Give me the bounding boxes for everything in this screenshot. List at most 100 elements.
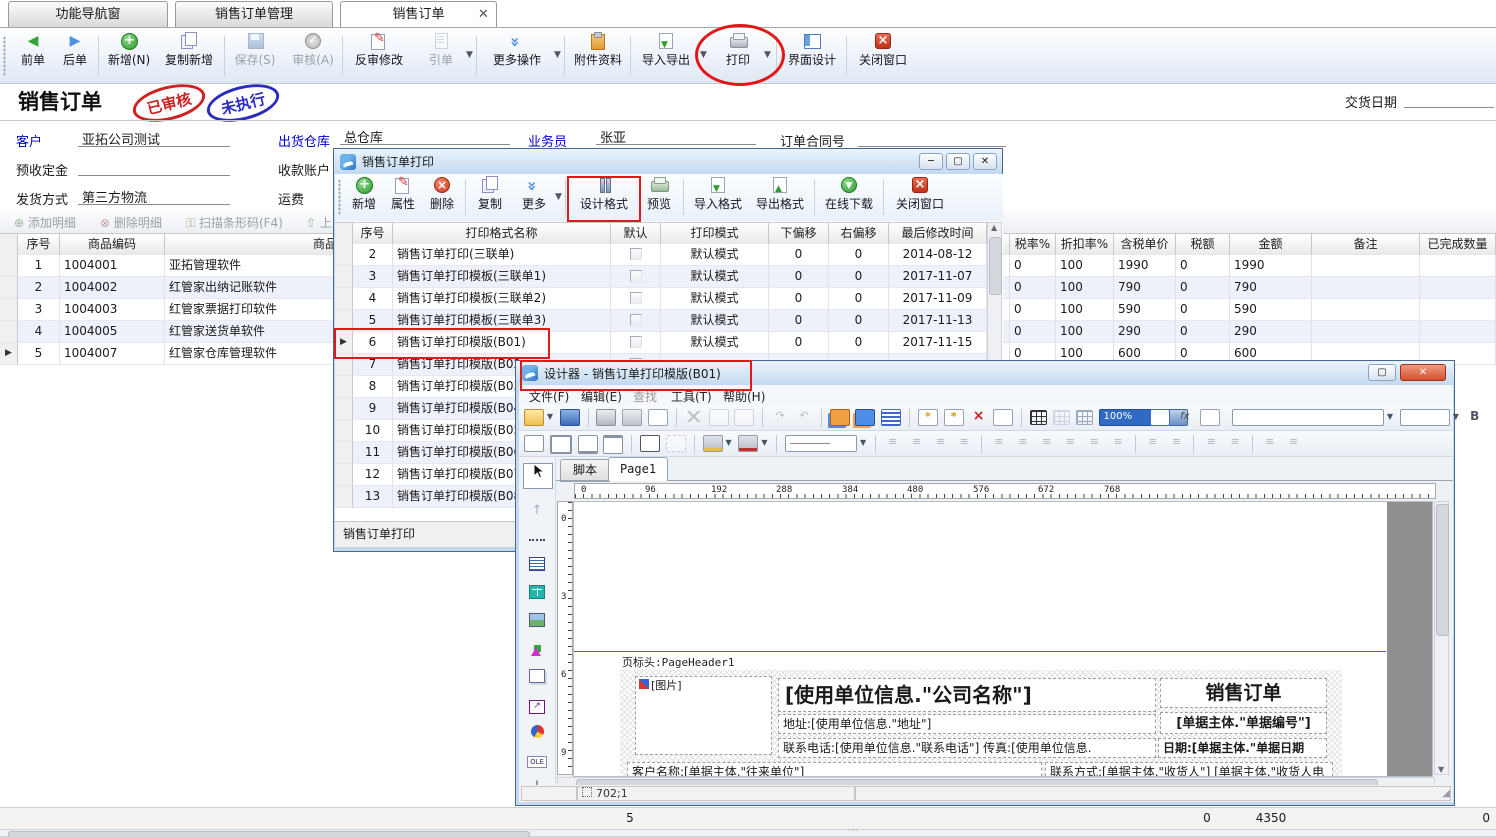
align-top-icon[interactable] bbox=[1061, 435, 1079, 450]
col-header[interactable]: 税率% bbox=[1010, 234, 1056, 256]
print-icon[interactable] bbox=[596, 409, 616, 426]
formula-icon[interactable] bbox=[1176, 409, 1194, 424]
line-color-icon[interactable] bbox=[738, 435, 758, 452]
next-order-button[interactable]: 后单 bbox=[54, 32, 96, 80]
show-grid-icon[interactable] bbox=[1030, 410, 1047, 425]
center-h-icon[interactable] bbox=[1202, 435, 1220, 450]
table-row[interactable]: 5销售订单打印模板(三联单3)默认模式002017-11-13 bbox=[335, 310, 987, 332]
menu-edit[interactable]: 编辑(E) bbox=[581, 388, 622, 405]
chevron-down-icon[interactable]: ▼ bbox=[700, 50, 707, 60]
default-checkbox[interactable] bbox=[630, 336, 642, 348]
field-list-icon[interactable] bbox=[881, 409, 901, 426]
bring-to-front-icon[interactable] bbox=[830, 409, 850, 426]
border-top-icon[interactable] bbox=[603, 435, 623, 454]
label-tool[interactable] bbox=[523, 557, 551, 581]
shape-tool[interactable] bbox=[523, 641, 551, 665]
redo-icon[interactable] bbox=[771, 409, 789, 424]
chevron-down-icon[interactable]: ▼ bbox=[546, 409, 554, 424]
customer-label[interactable]: 客户 bbox=[16, 131, 42, 150]
report-address-field[interactable]: 地址:[使用单位信息."地址"] bbox=[778, 714, 1156, 734]
bold-button[interactable] bbox=[1466, 409, 1484, 424]
close-button[interactable]: ✕ bbox=[1400, 364, 1446, 381]
contract-field[interactable] bbox=[858, 146, 1006, 147]
table-row[interactable]: 4销售订单打印模板(三联单2)默认模式002017-11-09 bbox=[335, 288, 987, 310]
designer-titlebar[interactable]: 设计器 - 销售订单打印模版(B01) bbox=[516, 361, 1454, 385]
font-family-select[interactable] bbox=[1232, 409, 1384, 426]
default-checkbox[interactable] bbox=[630, 270, 642, 282]
delete-page-icon[interactable] bbox=[970, 409, 988, 424]
align-center-icon[interactable] bbox=[1014, 435, 1032, 450]
col-header[interactable]: 金额 bbox=[1230, 234, 1312, 256]
tab-script[interactable]: 脚本 bbox=[560, 459, 610, 482]
select-tool[interactable] bbox=[523, 463, 553, 489]
fill-color-icon[interactable] bbox=[703, 435, 723, 452]
tab-page1[interactable]: Page1 bbox=[608, 457, 668, 481]
table-row[interactable]: 2销售订单打印(三联单)默认模式002014-08-12 bbox=[335, 244, 987, 266]
undo-icon[interactable] bbox=[795, 409, 813, 424]
copy-new-button[interactable]: 复制新增 bbox=[158, 32, 220, 80]
same-height-icon[interactable] bbox=[908, 435, 926, 450]
default-checkbox[interactable] bbox=[630, 314, 642, 326]
save-button[interactable]: 保存(S) bbox=[228, 32, 282, 80]
maximize-button[interactable]: ▢ bbox=[946, 153, 970, 170]
scrollbar-thumb[interactable] bbox=[1436, 504, 1449, 636]
arrange-2-icon[interactable] bbox=[1285, 435, 1303, 450]
print-preview-icon[interactable] bbox=[622, 409, 642, 426]
design-canvas[interactable]: 页标头:PageHeader1 [图片] [使用单位信息."公司名称"] 销售订… bbox=[573, 501, 1433, 777]
tab-sales-order[interactable]: 销售订单 bbox=[340, 1, 497, 27]
import-format-button[interactable]: 导入格式 bbox=[690, 176, 746, 224]
col-header[interactable]: 序号 bbox=[18, 234, 60, 256]
blank-page-icon[interactable] bbox=[993, 409, 1013, 426]
chevron-down-icon[interactable]: ▼ bbox=[764, 50, 771, 60]
delete-format-button[interactable]: 删除 bbox=[423, 176, 461, 224]
chevron-down-icon[interactable]: ▼ bbox=[554, 50, 561, 60]
align-middle-icon[interactable] bbox=[1085, 435, 1103, 450]
zoom-select[interactable]: 100% bbox=[1099, 409, 1153, 426]
chevron-down-icon[interactable]: ▼ bbox=[725, 435, 733, 450]
chevron-down-icon[interactable]: ▼ bbox=[1452, 409, 1460, 424]
new-page-icon[interactable] bbox=[944, 409, 964, 426]
col-header[interactable]: 备注 bbox=[1312, 234, 1420, 256]
move-up-button[interactable]: ⇧ 上 bbox=[306, 214, 332, 231]
menu-find[interactable]: 查找 bbox=[633, 388, 657, 405]
center-v-icon[interactable] bbox=[1226, 435, 1244, 450]
report-image-placeholder[interactable]: [图片] bbox=[635, 676, 772, 755]
properties-button[interactable]: 属性 bbox=[385, 176, 421, 224]
report-docno-field[interactable]: [单据主体."单据编号"] bbox=[1160, 712, 1327, 734]
same-size-icon[interactable] bbox=[931, 435, 949, 450]
col-header[interactable]: 商品编码 bbox=[60, 234, 165, 256]
snap-grid-icon[interactable] bbox=[1053, 410, 1070, 425]
preview-button[interactable]: 预览 bbox=[641, 176, 677, 224]
dialog-titlebar[interactable]: 销售订单打印 bbox=[334, 149, 1002, 174]
chevron-down-icon[interactable]: ▼ bbox=[466, 50, 473, 60]
close-tab-icon[interactable]: ✕ bbox=[478, 8, 489, 21]
report-phone-field[interactable]: 联系电话:[使用单位信息."联系电话"] 传真:[使用单位信息. bbox=[778, 738, 1156, 758]
scan-barcode-button[interactable]: ⚿ 扫描条形码(F4) bbox=[186, 214, 283, 231]
chart-tool[interactable] bbox=[523, 725, 551, 749]
scroll-up-icon[interactable]: ▲ bbox=[991, 223, 997, 232]
report-contact-field[interactable]: 联系方式:[单据主体."收货人"] [单据主体."收货人电 bbox=[1045, 762, 1333, 777]
insert-table-icon[interactable] bbox=[1076, 410, 1093, 425]
line-style-select[interactable] bbox=[785, 435, 857, 452]
close-window-button[interactable]: 关闭窗口 bbox=[891, 176, 949, 224]
report-date-field[interactable]: 日期:[单据主体."单据日期 bbox=[1158, 738, 1327, 758]
chevron-down-icon[interactable]: ▼ bbox=[760, 435, 768, 450]
arrange-icon[interactable] bbox=[1261, 435, 1279, 450]
col-header[interactable]: 含税单价 bbox=[1114, 234, 1176, 256]
scrollbar-thumb[interactable] bbox=[989, 237, 1002, 295]
print-button[interactable]: 打印 bbox=[714, 32, 762, 80]
minimize-button[interactable]: ─ bbox=[919, 153, 943, 170]
copy-icon[interactable] bbox=[709, 409, 729, 426]
add-detail-button[interactable]: ⊕ 添加明细 bbox=[14, 214, 76, 231]
image-tool[interactable] bbox=[523, 613, 551, 637]
table-row-selected[interactable]: ▶6销售订单打印模版(B01)默认模式002017-11-15 bbox=[335, 332, 987, 354]
default-checkbox[interactable] bbox=[630, 292, 642, 304]
dashed-frame-icon[interactable] bbox=[666, 435, 686, 452]
scrollbar-thumb[interactable] bbox=[8, 831, 530, 837]
maximize-button[interactable]: ▢ bbox=[1368, 364, 1396, 381]
col-header[interactable]: 已完成数量 bbox=[1420, 234, 1496, 256]
col-header[interactable]: 折扣率% bbox=[1056, 234, 1114, 256]
col-header[interactable]: 最后修改时间 bbox=[889, 223, 987, 245]
report-company-field[interactable]: [使用单位信息."公司名称"] bbox=[778, 678, 1156, 712]
design-format-button[interactable]: 设计格式 bbox=[575, 176, 633, 224]
